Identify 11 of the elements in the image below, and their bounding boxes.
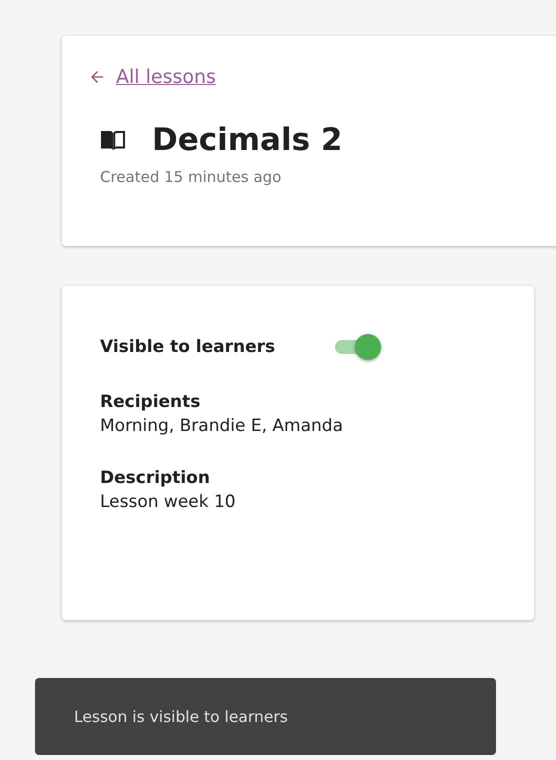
created-time: Created 15 minutes ago: [99, 168, 282, 186]
visibility-toggle[interactable]: [333, 334, 380, 360]
book-icon: [100, 129, 126, 151]
field-label: Description: [100, 468, 211, 488]
field-value: Morning, Brandie E, Amanda: [100, 416, 344, 436]
visibility-label: Visible to learners: [100, 337, 276, 357]
back-link[interactable]: All lessons: [116, 66, 216, 88]
field-value: Lesson week 10: [100, 492, 237, 512]
lesson-title: Decimals 2: [152, 122, 342, 158]
snackbar-message: Lesson is visible to learners: [74, 708, 288, 726]
field-label: Recipients: [100, 392, 202, 412]
